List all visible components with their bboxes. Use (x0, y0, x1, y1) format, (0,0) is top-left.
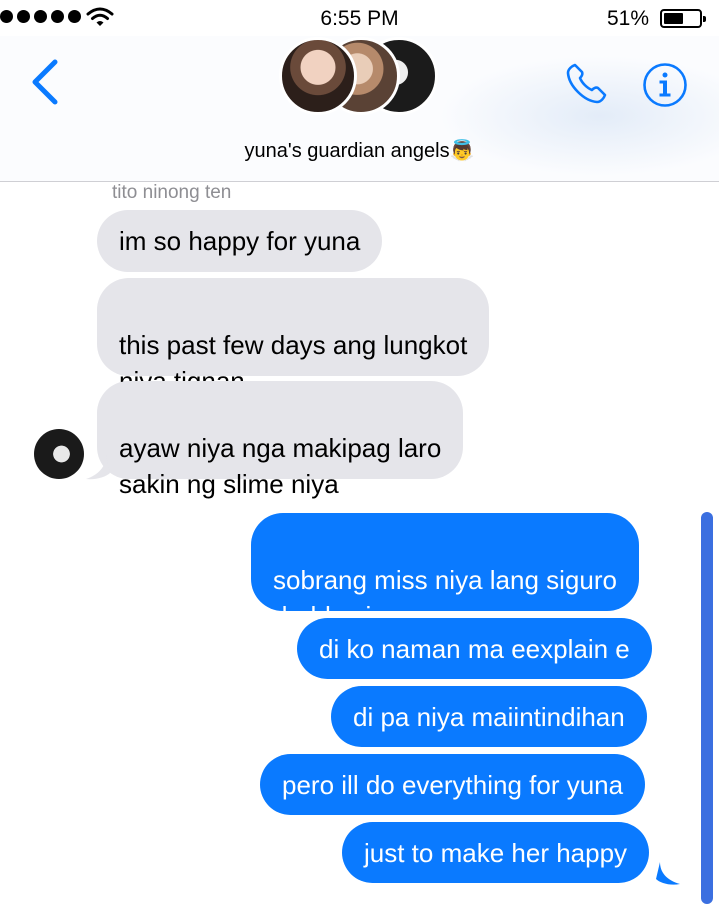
phone-button[interactable] (562, 60, 610, 108)
message-bubble-outgoing[interactable]: di ko naman ma eexplain e (297, 618, 652, 679)
status-bar: 6:55 PM 51% (0, 0, 719, 36)
conversation-header: yuna's guardian angels👼 (0, 36, 719, 182)
message-bubble-outgoing[interactable]: di pa niya maiintindihan (331, 686, 647, 747)
chevron-left-icon (32, 59, 58, 105)
info-icon (643, 63, 687, 107)
scrollbar[interactable] (701, 512, 713, 904)
battery-icon (660, 9, 706, 28)
message-bubble-outgoing[interactable]: just to make her happy (342, 822, 650, 883)
group-name[interactable]: yuna's guardian angels👼 (0, 138, 719, 163)
sender-name: tito ninong ten (112, 182, 232, 203)
message-bubble-outgoing[interactable]: sobrang miss niya lang siguro daddy niya (251, 513, 639, 631)
avatar (279, 37, 357, 115)
phone-icon (566, 63, 607, 104)
bubble-tail (86, 455, 110, 480)
message-text: just to make her happy (364, 838, 628, 868)
message-text: ayaw niya nga makipag laro sakin ng slim… (119, 433, 442, 499)
message-bubble-incoming[interactable]: im so happy for yuna (97, 210, 383, 272)
message-text: di pa niya maiintindihan (353, 702, 625, 732)
message-text: pero ill do everything for yuna (282, 770, 624, 800)
battery-percent: 51% (607, 7, 650, 30)
message-bubble-incoming[interactable]: this past few days ang lungkot niya tign… (97, 278, 490, 396)
message-text: di ko naman ma eexplain e (319, 634, 630, 664)
message-bubble-incoming[interactable]: ayaw niya nga makipag laro sakin ng slim… (97, 381, 464, 499)
avatar[interactable] (34, 429, 84, 479)
bubble-tail (656, 862, 680, 885)
back-button[interactable] (25, 54, 65, 110)
info-button[interactable] (642, 62, 688, 108)
message-bubble-outgoing[interactable]: pero ill do everything for yuna (260, 754, 646, 815)
group-avatars[interactable] (279, 37, 439, 119)
message-text: im so happy for yuna (119, 226, 361, 256)
